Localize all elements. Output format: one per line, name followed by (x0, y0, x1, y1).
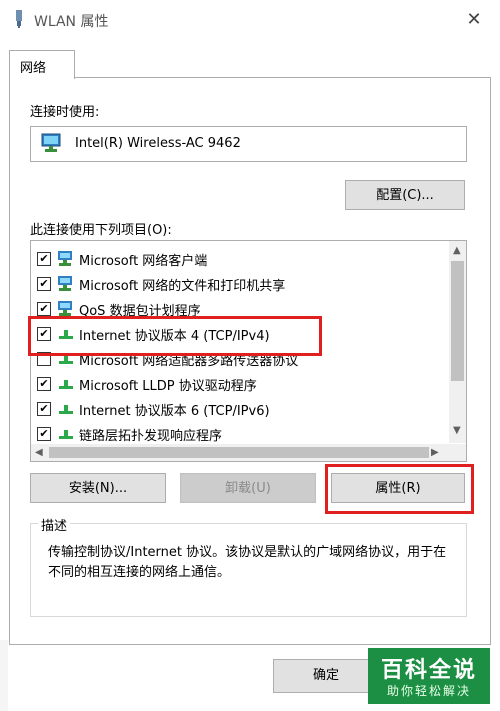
list-item-label: Microsoft LLDP 协议驱动程序 (79, 379, 257, 394)
tab-network-label: 网络 (20, 61, 47, 76)
items-label: 此连接使用下列项目(O): (30, 223, 172, 238)
horizontal-scrollbar[interactable]: ◀ ▶ (31, 444, 466, 461)
checkbox[interactable]: ✔ (37, 377, 51, 391)
vertical-scrollbar[interactable]: ▲ ▼ (449, 241, 466, 443)
wlan-adapter-icon (16, 10, 22, 28)
adapter-name: Intel(R) Wireless-AC 9462 (75, 136, 241, 151)
watermark-sub: 助你轻松解决 (386, 684, 471, 698)
scroll-down-icon[interactable]: ▼ (453, 425, 461, 436)
window-title: WLAN 属性 (34, 14, 109, 30)
uninstall-button: 卸载(U) (180, 473, 316, 503)
checkbox[interactable]: ✔ (37, 252, 51, 266)
network-client-icon (58, 251, 72, 266)
horizontal-scroll-thumb[interactable] (49, 447, 429, 458)
vertical-scroll-thumb[interactable] (451, 261, 464, 381)
protocol-icon (59, 430, 73, 439)
highlight-ipv4 (28, 316, 322, 356)
checkbox[interactable]: ✔ (37, 427, 51, 441)
checkbox[interactable]: ✔ (37, 277, 51, 291)
list-item[interactable]: ✔ Microsoft 网络客户端 (37, 247, 437, 271)
configure-button[interactable]: 配置(C)... (345, 180, 465, 210)
scroll-left-icon[interactable]: ◀ (35, 447, 43, 458)
list-item[interactable]: ✔ 链路层拓扑发现响应程序 (37, 422, 437, 446)
protocol-icon (59, 380, 73, 389)
list-item-label: 链路层拓扑发现响应程序 (79, 429, 223, 444)
tab-network[interactable]: 网络 (9, 50, 75, 79)
watermark-logo: 百科全说 助你轻松解决 (368, 648, 490, 704)
file-share-icon (58, 276, 72, 291)
list-item[interactable]: ✔ Internet 协议版本 6 (TCP/IPv6) (37, 397, 437, 421)
ok-button[interactable]: 确定 (273, 659, 379, 693)
description-text: 传输控制协议/Internet 协议。该协议是默认的广域网络协议，用于在不同的相… (48, 545, 447, 580)
scroll-up-icon[interactable]: ▲ (453, 245, 461, 256)
adapter-display: Intel(R) Wireless-AC 9462 (30, 126, 467, 162)
list-item[interactable]: ✔ Microsoft 网络的文件和打印机共享 (37, 272, 437, 296)
list-item-label: Microsoft 网络客户端 (79, 254, 208, 269)
protocol-icon (59, 405, 73, 414)
install-button[interactable]: 安装(N)... (30, 473, 166, 503)
connect-using-label: 连接时使用: (30, 105, 100, 120)
description-legend: 描述 (38, 515, 71, 534)
watermark-main: 百科全说 (380, 658, 477, 683)
list-item-label: Microsoft 网络的文件和打印机共享 (79, 279, 286, 294)
highlight-properties (325, 464, 474, 514)
checkbox[interactable]: ✔ (37, 302, 51, 316)
title-bar: WLAN 属性 ✕ (0, 0, 500, 40)
qos-icon (58, 301, 72, 316)
list-item-label: Internet 协议版本 6 (TCP/IPv6) (79, 404, 270, 419)
scroll-right-icon[interactable]: ▶ (431, 447, 439, 458)
checkbox[interactable]: ✔ (37, 402, 51, 416)
close-icon[interactable]: ✕ (462, 8, 486, 32)
right-edge-mark (496, 96, 500, 102)
window-edge (0, 640, 8, 711)
list-item[interactable]: ✔ Microsoft LLDP 协议驱动程序 (37, 372, 437, 396)
network-adapter-icon (41, 133, 61, 152)
